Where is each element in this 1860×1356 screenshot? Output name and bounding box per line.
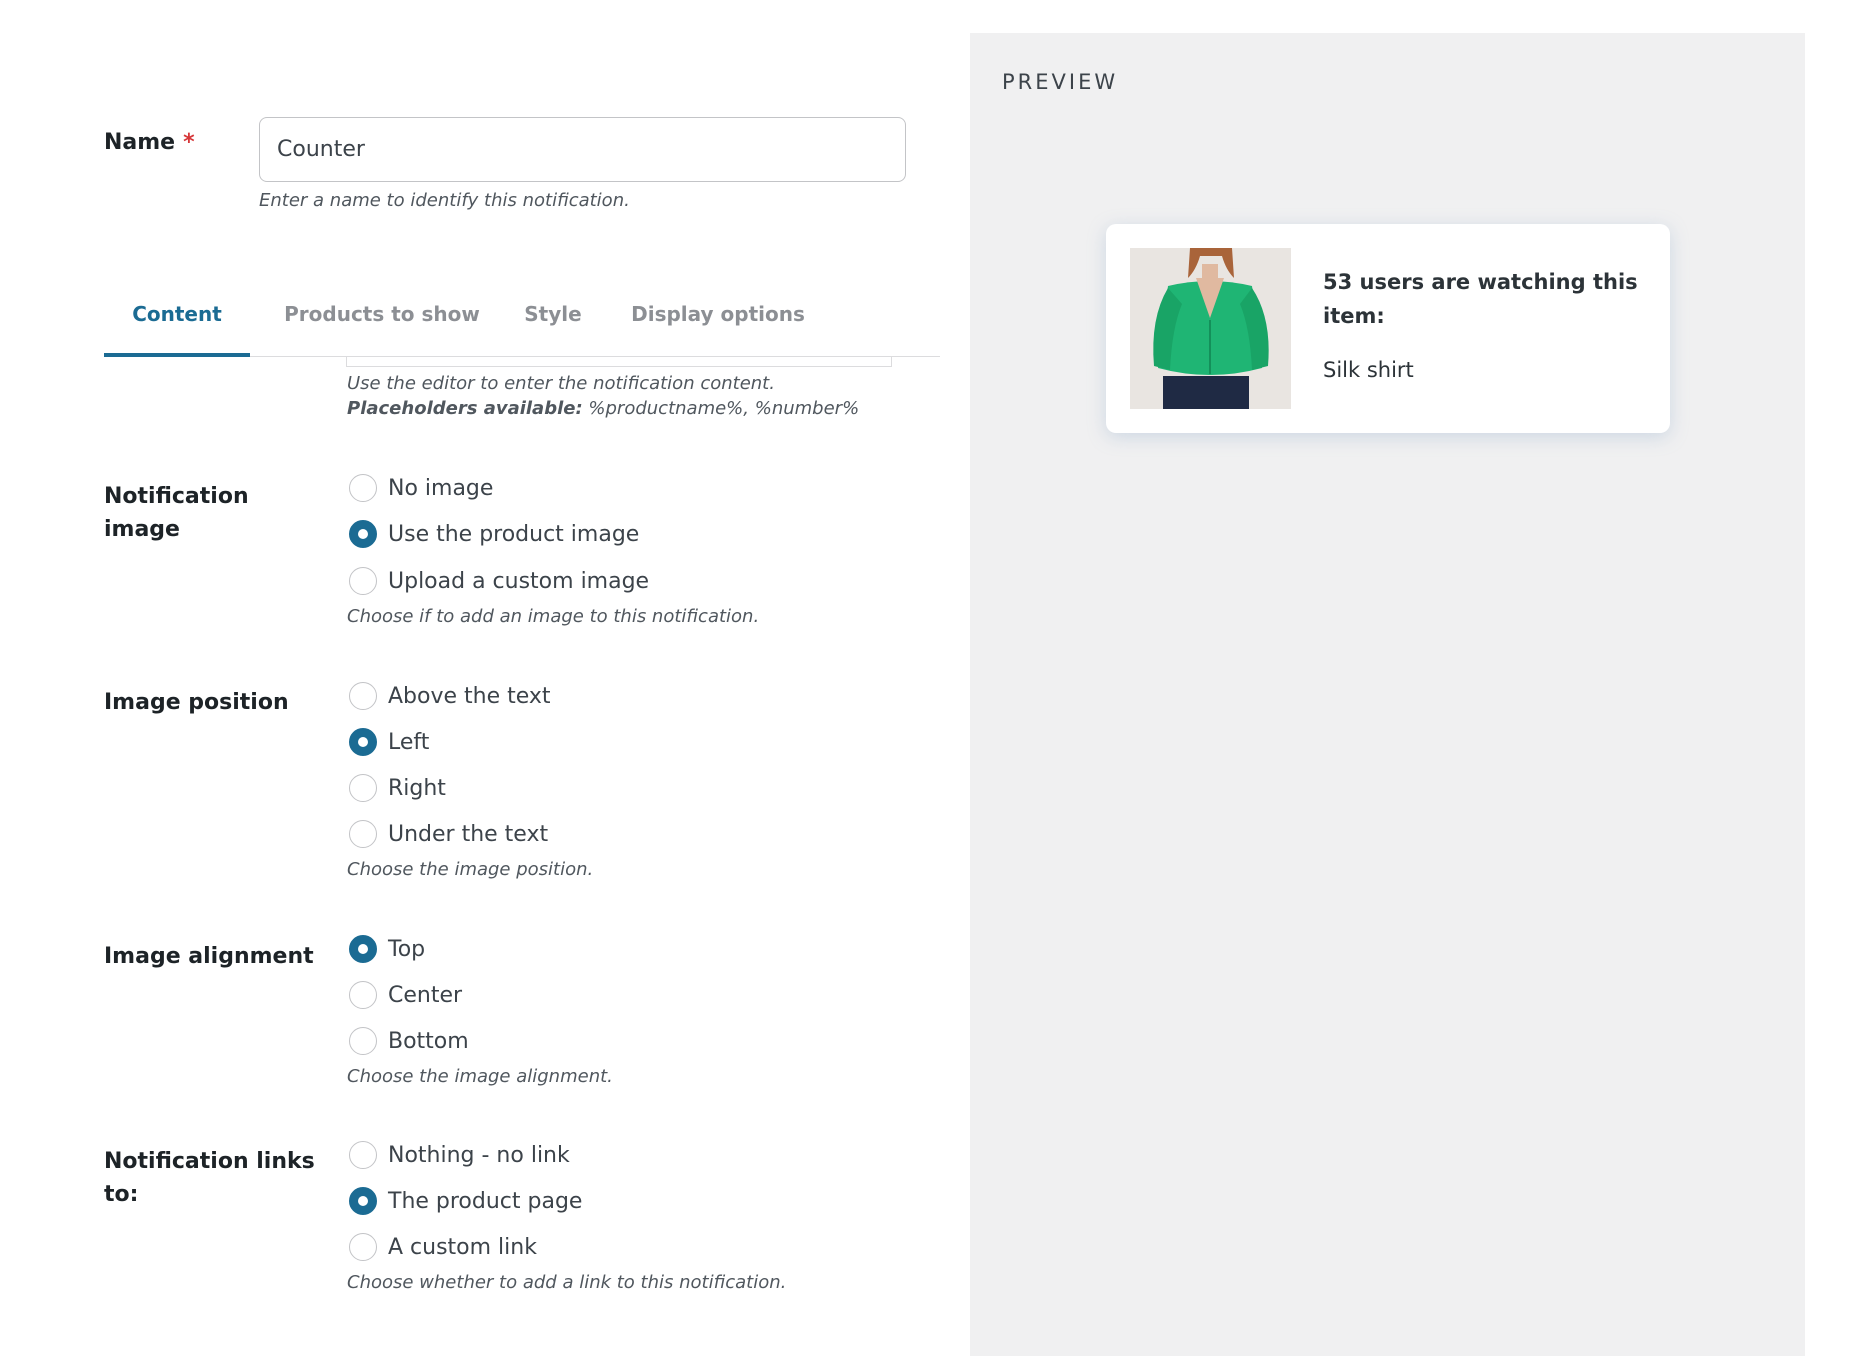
radio-a-custom-link[interactable]: A custom link: [349, 1232, 537, 1262]
radio-label: The product page: [388, 1188, 583, 1214]
radio-circle[interactable]: [349, 1141, 377, 1169]
notification-image-label-line1: Notification: [104, 484, 249, 509]
radio-circle[interactable]: [349, 935, 377, 963]
radio-left[interactable]: Left: [349, 727, 429, 757]
radio-label: No image: [388, 475, 494, 501]
radio-top[interactable]: Top: [349, 934, 425, 964]
radio-circle[interactable]: [349, 1027, 377, 1055]
tab-bar: Content Products to show Style Display o…: [104, 290, 940, 357]
radio-circle[interactable]: [349, 728, 377, 756]
tab-content[interactable]: Content: [104, 290, 250, 357]
radio-nothing-no-link[interactable]: Nothing - no link: [349, 1140, 570, 1170]
notification-preview-card: 53 users are watching this item: Silk sh…: [1106, 224, 1670, 433]
notification-image-label-line2: image: [104, 517, 180, 542]
content-editor-bottom-edge[interactable]: [346, 357, 892, 367]
radio-circle[interactable]: [349, 774, 377, 802]
notification-image-label: Notification image: [104, 480, 249, 546]
radio-under-the-text[interactable]: Under the text: [349, 819, 548, 849]
radio-label: A custom link: [388, 1234, 537, 1260]
editor-help-text: Use the editor to enter the notification…: [347, 373, 775, 394]
radio-above-the-text[interactable]: Above the text: [349, 681, 551, 711]
tab-display-options[interactable]: Display options: [628, 290, 808, 357]
preview-panel: PREVIEW 53 users are watching this item:…: [970, 33, 1805, 1356]
radio-circle[interactable]: [349, 474, 377, 502]
radio-label: Above the text: [388, 683, 551, 709]
radio-label: Nothing - no link: [388, 1142, 570, 1168]
radio-label: Under the text: [388, 821, 549, 847]
radio-circle[interactable]: [349, 1233, 377, 1261]
radio-label: Bottom: [388, 1028, 469, 1054]
image-position-help: Choose the image position.: [347, 859, 594, 880]
radio-circle[interactable]: [349, 682, 377, 710]
product-photo-illustration: [1130, 248, 1291, 409]
radio-right[interactable]: Right: [349, 773, 446, 803]
radio-circle[interactable]: [349, 981, 377, 1009]
notification-links-label: Notification links to:: [104, 1145, 315, 1211]
notification-links-help: Choose whether to add a link to this not…: [347, 1272, 787, 1293]
tab-style[interactable]: Style: [518, 290, 588, 357]
preview-title: PREVIEW: [1002, 70, 1119, 94]
name-help-text: Enter a name to identify this notificati…: [259, 190, 630, 211]
placeholders-label: Placeholders available:: [347, 398, 583, 419]
radio-circle[interactable]: [349, 520, 377, 548]
product-image: [1130, 248, 1291, 409]
radio-label: Top: [388, 936, 426, 962]
radio-label: Center: [388, 982, 463, 1008]
radio-use-product-image[interactable]: Use the product image: [349, 519, 639, 549]
radio-label: Use the product image: [388, 521, 640, 547]
radio-center[interactable]: Center: [349, 980, 462, 1010]
radio-the-product-page[interactable]: The product page: [349, 1186, 582, 1216]
name-label-text: Name: [104, 130, 176, 155]
name-input[interactable]: [259, 117, 906, 182]
notification-image-help: Choose if to add an image to this notifi…: [347, 606, 760, 627]
radio-label: Left: [388, 729, 430, 755]
notification-message: 53 users are watching this item:: [1323, 270, 1638, 328]
notification-links-label-line2: to:: [104, 1182, 139, 1207]
radio-circle[interactable]: [349, 1187, 377, 1215]
placeholders-value: %productname%, %number%: [588, 398, 860, 419]
notification-product-name: Silk shirt: [1323, 358, 1414, 382]
name-label: Name *: [104, 130, 195, 155]
settings-form: Name * Enter a name to identify this noti…: [0, 0, 970, 1356]
image-position-label: Image position: [104, 690, 289, 715]
placeholders-help: Placeholders available: %productname%, %…: [347, 398, 859, 419]
radio-no-image[interactable]: No image: [349, 473, 493, 503]
image-alignment-help: Choose the image alignment.: [347, 1066, 613, 1087]
image-alignment-label: Image alignment: [104, 944, 314, 969]
notification-links-label-line1: Notification links: [104, 1149, 315, 1174]
radio-upload-custom-image[interactable]: Upload a custom image: [349, 566, 649, 596]
radio-circle[interactable]: [349, 567, 377, 595]
tab-products-to-show[interactable]: Products to show: [282, 290, 482, 357]
radio-label: Right: [388, 775, 446, 801]
required-star: *: [183, 130, 195, 155]
radio-circle[interactable]: [349, 820, 377, 848]
radio-bottom[interactable]: Bottom: [349, 1026, 469, 1056]
radio-label: Upload a custom image: [388, 568, 650, 594]
